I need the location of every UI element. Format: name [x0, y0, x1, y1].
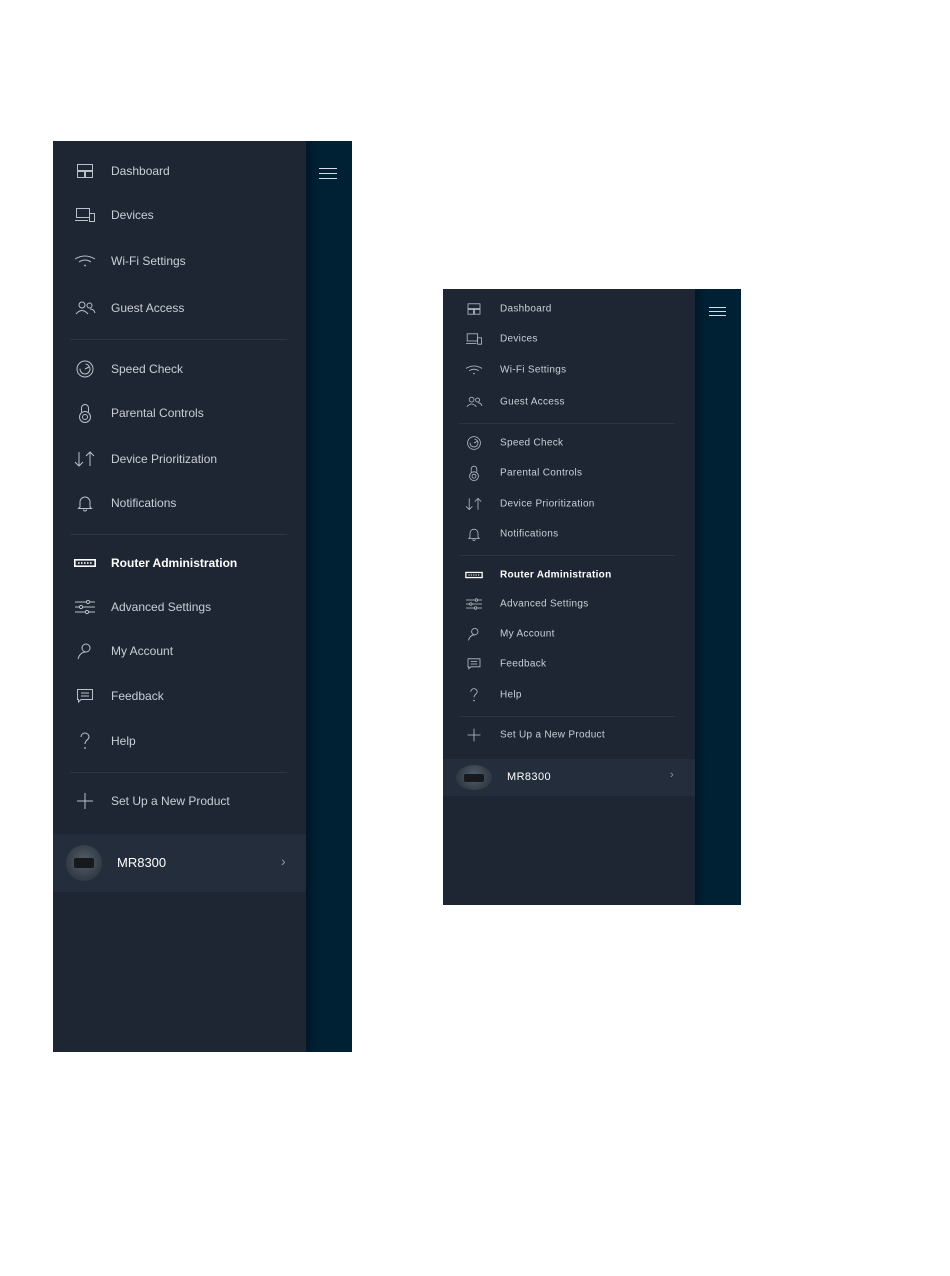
menu-item-label: Guest Access	[500, 396, 565, 408]
menu-item-label: Feedback	[500, 658, 547, 670]
device-name: MR8300	[117, 855, 167, 870]
guest-access-icon	[463, 393, 485, 411]
router-thumbnail	[66, 845, 102, 881]
chevron-right-icon: ›	[670, 769, 674, 781]
lock-icon	[73, 401, 97, 425]
menu-divider	[70, 339, 287, 340]
menu-item-label: Guest Access	[111, 301, 185, 315]
menu-item-label: Device Prioritization	[111, 452, 218, 466]
menu-item-label: Feedback	[111, 689, 164, 703]
router-image	[74, 858, 94, 868]
menu-divider	[70, 534, 287, 535]
router-image	[464, 773, 484, 782]
hamburger-menu-icon[interactable]	[319, 168, 337, 179]
user-icon	[463, 625, 485, 643]
menu-item-label: Wi-Fi Settings	[111, 254, 186, 268]
menu-item-label: Speed Check	[111, 362, 184, 376]
menu-item-label: Device Prioritization	[500, 498, 595, 510]
router-icon	[73, 551, 97, 575]
bell-icon	[73, 491, 97, 515]
menu-divider	[459, 423, 675, 424]
hamburger-menu-icon[interactable]	[709, 307, 726, 316]
wifi-icon	[73, 249, 97, 273]
chat-icon	[73, 684, 97, 708]
menu-divider	[459, 716, 675, 717]
router-thumbnail	[456, 765, 492, 790]
menu-item-label: Devices	[111, 208, 154, 222]
device-row[interactable]: MR8300 ›	[53, 834, 306, 892]
menu-item-label: Router Administration	[111, 556, 238, 570]
question-icon	[73, 729, 97, 753]
speedometer-icon	[463, 434, 485, 452]
user-icon	[73, 639, 97, 663]
menu-item-label: My Account	[111, 644, 174, 658]
menu-divider	[459, 555, 675, 556]
menu-item-label: Advanced Settings	[500, 598, 589, 610]
bell-icon	[463, 525, 485, 543]
navigation-drawer: Dashboard Devices Wi-Fi Settings Guest Acce…	[443, 289, 695, 905]
question-icon	[463, 686, 485, 704]
menu-item-label: Set Up a New Product	[500, 729, 605, 741]
plus-icon	[73, 789, 97, 813]
menu-item-label: Dashboard	[111, 164, 170, 178]
chat-icon	[463, 655, 485, 673]
sliders-icon	[463, 595, 485, 613]
speedometer-icon	[73, 357, 97, 381]
menu-item-label: Dashboard	[500, 303, 552, 315]
menu-item-label: Set Up a New Product	[111, 794, 230, 808]
menu-item-label: Notifications	[500, 528, 559, 540]
devices-icon	[73, 203, 97, 227]
small-phone-screenshot: Dashboard Devices Wi-Fi Settings Guest Acce…	[443, 289, 741, 905]
menu-item-label: Speed Check	[500, 437, 564, 449]
lock-icon	[463, 464, 485, 482]
device-name: MR8300	[507, 771, 551, 783]
menu-divider	[70, 772, 287, 773]
router-icon	[463, 566, 485, 584]
chevron-right-icon: ›	[281, 853, 286, 869]
dashboard-icon	[73, 159, 97, 183]
priority-arrows-icon	[463, 495, 485, 513]
device-row[interactable]: MR8300 ›	[443, 759, 695, 796]
menu-item-label: Wi-Fi Settings	[500, 364, 567, 376]
plus-icon	[463, 726, 485, 744]
guest-access-icon	[73, 296, 97, 320]
menu-item-label: Devices	[500, 333, 538, 345]
menu-item-label: Notifications	[111, 496, 177, 510]
menu-item-label: My Account	[500, 628, 555, 640]
menu-item-label: Parental Controls	[111, 406, 204, 420]
menu-item-label: Router Administration	[500, 569, 612, 581]
large-phone-screenshot: Dashboard Devices Wi-Fi Settings Guest Acce…	[53, 141, 352, 1052]
navigation-drawer: Dashboard Devices Wi-Fi Settings Guest Acce…	[53, 141, 306, 1052]
sliders-icon	[73, 595, 97, 619]
menu-item-label: Advanced Settings	[111, 600, 212, 614]
devices-icon	[463, 330, 485, 348]
menu-item-label: Help	[500, 689, 522, 701]
dashboard-icon	[463, 300, 485, 318]
menu-item-label: Parental Controls	[500, 467, 583, 479]
menu-item-label: Help	[111, 734, 136, 748]
wifi-icon	[463, 361, 485, 379]
priority-arrows-icon	[73, 447, 97, 471]
